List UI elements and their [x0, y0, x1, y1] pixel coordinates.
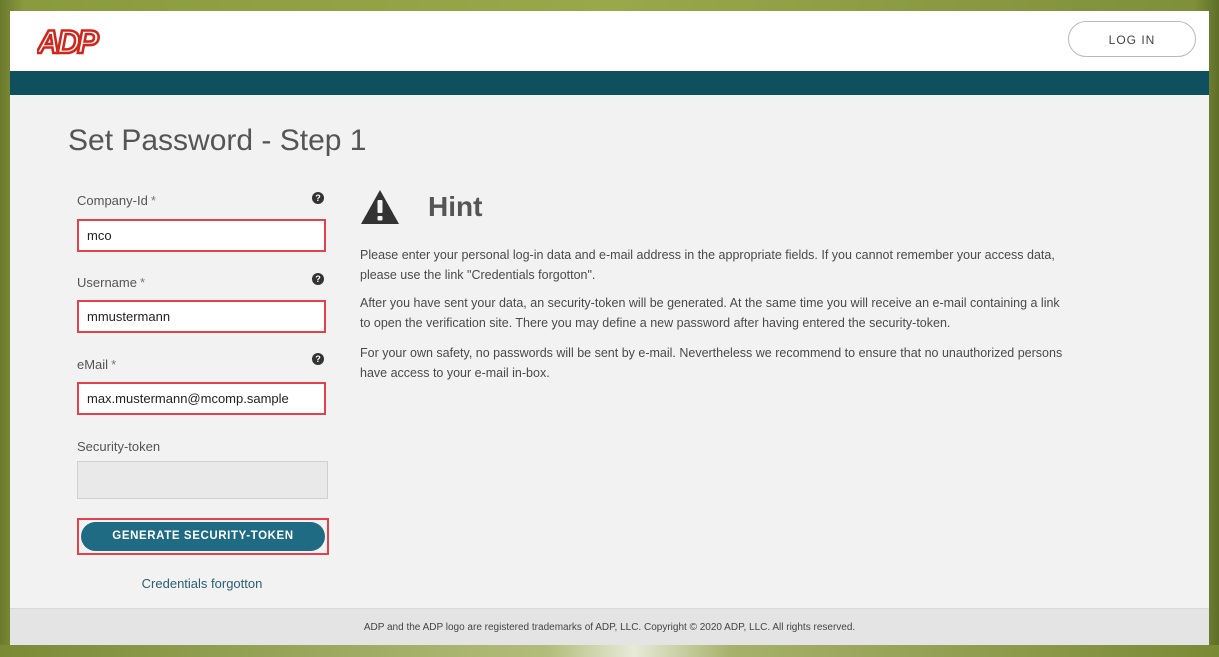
hint-line: For your own safety, no passwords will b… [360, 346, 1063, 360]
username-label: Username * [77, 275, 145, 290]
hint-line: have access to your e-mail in-box. [360, 366, 550, 380]
hint-paragraph-1: Please enter your personal log-in data a… [360, 245, 1160, 285]
top-navigation: ADP LOG IN [10, 11, 1209, 71]
hint-line: Please enter your personal log-in data a… [360, 248, 1055, 262]
adp-logo[interactable]: ADP [37, 24, 109, 58]
warning-icon [361, 190, 399, 224]
credentials-forgotten-link[interactable]: Credentials forgotton [77, 576, 327, 591]
company-id-help-icon[interactable]: ? [312, 192, 324, 204]
username-help-icon[interactable]: ? [312, 273, 324, 285]
company-id-label-text: Company-Id [77, 193, 148, 208]
security-token-label: Security-token [77, 439, 161, 454]
page-title: Set Password - Step 1 [68, 124, 367, 157]
page-container: ADP LOG IN Set Password - Step 1 Company… [10, 11, 1209, 645]
company-id-label: Company-Id * [77, 193, 156, 208]
footer-copyright: ADP and the ADP logo are registered trad… [10, 608, 1209, 645]
svg-text:ADP: ADP [37, 24, 99, 58]
generate-security-token-button[interactable]: GENERATE SECURITY-TOKEN [81, 522, 325, 551]
required-marker: * [111, 357, 117, 372]
email-label: eMail * [77, 357, 116, 372]
generate-token-highlight: GENERATE SECURITY-TOKEN [77, 518, 329, 555]
hint-line: please use the link "Credentials forgott… [360, 268, 596, 282]
email-help-icon[interactable]: ? [312, 353, 324, 365]
required-marker: * [139, 275, 146, 290]
background-foliage [0, 645, 1219, 657]
header-accent-bar [10, 71, 1209, 95]
username-input[interactable]: mmustermann [77, 300, 326, 333]
hint-line: to open the verification site. There you… [360, 316, 951, 330]
company-id-input[interactable]: mco [77, 219, 326, 252]
hint-heading: Hint [428, 191, 483, 222]
username-label-text: Username [77, 275, 137, 290]
hint-line: After you have sent your data, an securi… [360, 296, 1060, 310]
email-label-text: eMail [77, 357, 109, 372]
login-button[interactable]: LOG IN [1068, 21, 1196, 57]
email-input[interactable]: max.mustermann@mcomp.sample [77, 382, 326, 415]
hint-paragraph-2: After you have sent your data, an securi… [360, 293, 1160, 333]
hint-paragraph-3: For your own safety, no passwords will b… [360, 343, 1160, 383]
required-marker: * [150, 193, 156, 208]
security-token-input[interactable] [77, 461, 328, 499]
